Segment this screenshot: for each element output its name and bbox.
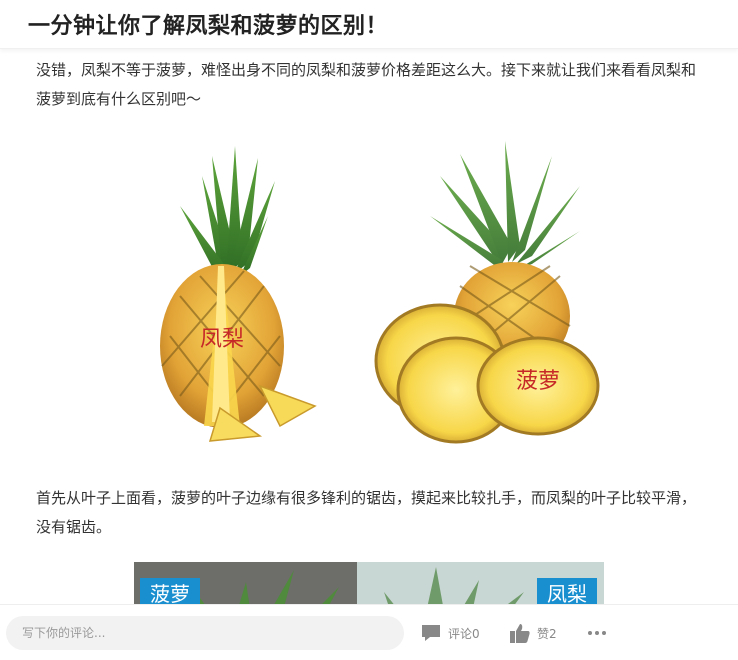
- comment-input[interactable]: 写下你的评论...: [6, 616, 404, 650]
- boluo-label: 菠萝: [516, 369, 560, 394]
- bottom-bar: 写下你的评论... 评论0 赞2: [0, 604, 738, 660]
- boluo-fruit: [374, 141, 600, 444]
- fengli-boluo-photo: 凤梨 菠萝: [160, 141, 600, 444]
- thumbs-up-icon: [510, 624, 530, 643]
- fengli-label: 凤梨: [200, 327, 244, 352]
- more-button[interactable]: [587, 619, 613, 647]
- fengli-fruit: [160, 146, 317, 442]
- like-button[interactable]: 赞2: [509, 619, 557, 647]
- leaf-label-fengli: 凤梨: [547, 582, 587, 604]
- header: 一分钟让你了解凤梨和菠萝的区别！: [0, 0, 738, 49]
- more-icon: [588, 631, 606, 635]
- leaf-label-boluo: 菠萝: [150, 582, 190, 604]
- comment-count: 评论0: [448, 626, 480, 641]
- article-paragraph: 首先从叶子上面看，菠萝的叶子边缘有很多锋利的锯齿，摸起来比较扎手，而凤梨的叶子比…: [36, 489, 697, 536]
- article-body: 没错，凤梨不等于菠萝，难怪出身不同的凤梨和菠萝价格差距这么大。接下来就让我们来看…: [0, 48, 738, 604]
- leaf-comparison-photo: 菠萝 凤梨: [134, 562, 604, 604]
- article-paragraph: 没错，凤梨不等于菠萝，难怪出身不同的凤梨和菠萝价格差距这么大。接下来就让我们来看…: [36, 61, 697, 108]
- page-title: 一分钟让你了解凤梨和菠萝的区别！: [28, 14, 389, 39]
- comment-button[interactable]: 评论0: [420, 619, 480, 647]
- article-page: 一分钟让你了解凤梨和菠萝的区别！ 没错，凤梨不等于菠萝，难怪出身不同的凤梨和菠萝…: [0, 0, 738, 660]
- comment-icon: [422, 625, 440, 641]
- like-count: 赞2: [537, 626, 557, 641]
